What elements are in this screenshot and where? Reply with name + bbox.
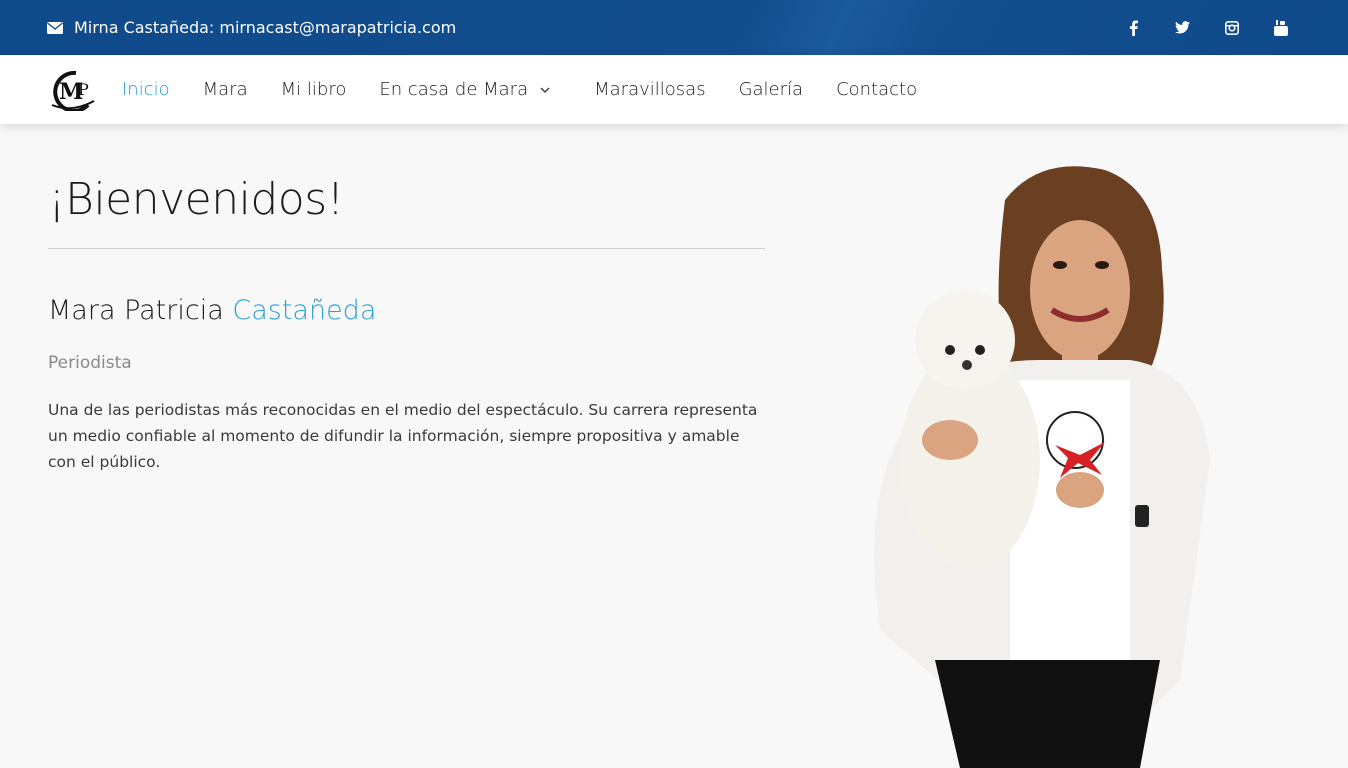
nav-item-inicio[interactable]: Inicio [122, 79, 170, 100]
nav-item-mi-libro[interactable]: Mi libro [281, 79, 347, 100]
divider [48, 248, 765, 249]
person-name: Mara Patricia Castañeda [48, 295, 766, 326]
facebook-icon[interactable] [1124, 18, 1143, 37]
instagram-icon[interactable] [1222, 18, 1241, 37]
person-role: Periodista [48, 353, 132, 373]
hero-section: ¡Bienvenidos! Mara Patricia Castañeda Pe… [48, 124, 766, 475]
social-links [1124, 18, 1290, 37]
person-bio: Una de las periodistas más reconocidas e… [48, 401, 758, 471]
top-bar: Mirna Castañeda: mirnacast@marapatricia.… [0, 0, 1348, 55]
nav-item-galeria[interactable]: Galería [739, 79, 804, 100]
chevron-down-icon [540, 87, 550, 93]
site-logo[interactable]: M P [48, 69, 96, 111]
person-last-name: Castañeda [232, 295, 377, 326]
twitter-icon[interactable] [1173, 18, 1192, 37]
page-title: ¡Bienvenidos! [48, 174, 344, 225]
portrait-image [874, 166, 1210, 768]
svg-text:P: P [78, 80, 89, 99]
contact-text: Mirna Castañeda: mirnacast@marapatricia.… [74, 18, 457, 37]
mail-icon [47, 21, 63, 34]
youtube-icon[interactable] [1271, 18, 1290, 37]
nav-item-maravillosas[interactable]: Maravillosas [594, 79, 705, 100]
main-navigation: M P Inicio Mara Mi libro En casa de Mara… [0, 55, 1348, 124]
nav-item-contacto[interactable]: Contacto [836, 79, 917, 100]
nav-item-mara[interactable]: Mara [203, 79, 248, 100]
person-first-name: Mara Patricia [48, 295, 224, 326]
nav-item-en-casa-de-mara[interactable]: En casa de Mara [379, 79, 550, 100]
contact-info[interactable]: Mirna Castañeda: mirnacast@marapatricia.… [47, 18, 456, 37]
